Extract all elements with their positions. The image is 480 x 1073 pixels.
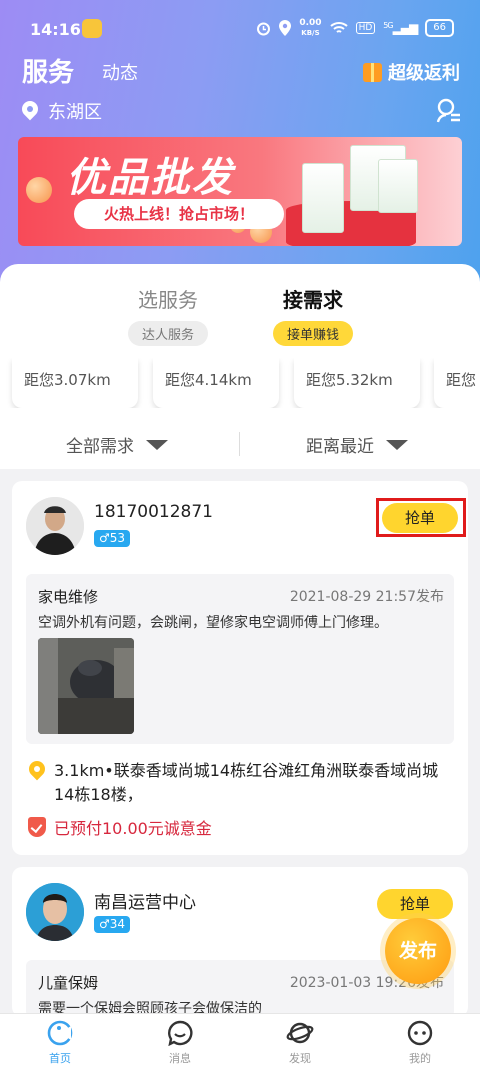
gender-age-badge: ♂34	[94, 916, 131, 933]
location-pin-icon	[22, 101, 38, 121]
filter-all-label: 全部需求	[66, 437, 134, 457]
tab-feed[interactable]: 动态	[102, 59, 138, 85]
avatar-person-image	[26, 497, 84, 555]
filter-sort[interactable]: 距离最近	[306, 432, 408, 457]
net-speed: 0.00 KB/S	[299, 18, 321, 38]
app-notification-icon	[82, 19, 102, 38]
nearby-card[interactable]: 距您3.07km	[12, 358, 138, 408]
user-name: 南昌运营中心	[94, 893, 196, 913]
tab-profile[interactable]: 我的	[390, 1020, 450, 1066]
deposit-text: 已预付10.00元诚意金	[54, 819, 212, 838]
shield-icon	[28, 817, 46, 837]
status-icons: 0.00 KB/S HD 5G▂▄▆ 66	[256, 18, 454, 38]
net-speed-unit: KB/S	[301, 29, 320, 37]
gift-icon	[363, 62, 382, 82]
battery-icon: 66	[425, 19, 454, 37]
product-box	[378, 159, 418, 213]
address-text: 3.1km•联泰香域尚城14栋红谷滩红角洲联泰香域尚城14栋18楼，	[54, 761, 439, 804]
demand-photo[interactable]	[38, 638, 134, 734]
address-line: 3.1km•联泰香域尚城14栋红谷滩红角洲联泰香域尚城14栋18楼，	[28, 759, 458, 807]
nearby-card[interactable]: 距您	[434, 358, 480, 408]
tab-discover-label: 发现	[289, 1052, 311, 1065]
tab-accept-demand[interactable]: 接需求 接单赚钱	[268, 284, 358, 346]
deposit-line: 已预付10.00元诚意金	[28, 815, 212, 839]
publish-button[interactable]: 发布	[385, 918, 451, 984]
banner-title: 优品批发	[66, 155, 234, 201]
nearby-strip: 距您3.07km 距您4.14km 距您5.32km 距您	[0, 358, 480, 408]
net-speed-value: 0.00	[299, 18, 322, 28]
profile-icon	[407, 1020, 433, 1046]
demand-card[interactable]: 18170012871 ♂53 抢单 家电维修 2021-08-29 21:57…	[12, 481, 468, 855]
nearby-card[interactable]: 距您4.14km	[153, 358, 279, 408]
status-bar: 14:16 0.00 KB/S HD 5G▂▄▆ 66	[0, 0, 480, 58]
bottom-tab-bar: 首页 消息 发现 我的	[0, 1013, 480, 1073]
tab-choose-service-label: 选服务	[138, 288, 198, 312]
avatar[interactable]	[26, 497, 84, 555]
nearby-card[interactable]: 距您5.32km	[294, 358, 420, 408]
filter-bar: 全部需求 距离最近	[0, 428, 480, 464]
filter-all-demands[interactable]: 全部需求	[66, 432, 168, 457]
tab-home-label: 首页	[49, 1052, 71, 1065]
location-status-icon	[279, 20, 292, 36]
avatar-person-image	[26, 883, 84, 941]
tab-profile-label: 我的	[409, 1052, 431, 1065]
tab-accept-demand-label: 接需求	[283, 288, 343, 312]
dropdown-arrow-icon	[146, 439, 168, 450]
post-date: 2021-08-29 21:57发布	[289, 589, 444, 605]
tab-accept-demand-pill: 接单赚钱	[272, 321, 353, 346]
super-rebate-label: 超级返利	[388, 63, 460, 84]
location-selector[interactable]: 东湖区	[22, 98, 102, 124]
demand-description: 空调外机有问题，会跳闸，望修家电空调师傅上门修理。	[38, 615, 388, 631]
product-box	[302, 163, 344, 233]
alarm-icon	[257, 22, 271, 35]
super-rebate-link[interactable]: 超级返利	[363, 59, 460, 85]
demand-detail[interactable]: 家电维修 2021-08-29 21:57发布 空调外机有问题，会跳闸，望修家电…	[26, 574, 454, 744]
banner-subtitle: 火热上线！抢占市场！	[74, 199, 284, 229]
filter-sort-label: 距离最近	[306, 437, 374, 457]
tab-messages-label: 消息	[169, 1052, 191, 1065]
status-time: 14:16	[30, 20, 81, 39]
tab-choose-service[interactable]: 选服务 达人服务	[126, 284, 210, 346]
tab-messages[interactable]: 消息	[150, 1020, 210, 1066]
tab-services[interactable]: 服务	[22, 52, 74, 89]
demand-photo-image	[38, 638, 134, 734]
tab-home[interactable]: 首页	[30, 1020, 90, 1066]
dropdown-arrow-icon	[386, 439, 408, 450]
wifi-icon	[329, 22, 348, 33]
tab-discover[interactable]: 发现	[270, 1020, 330, 1066]
grab-order-button[interactable]: 抢单	[377, 889, 453, 919]
location-label: 东湖区	[48, 102, 102, 123]
grab-order-button[interactable]: 抢单	[382, 503, 458, 533]
home-icon	[47, 1020, 73, 1046]
service-category: 家电维修	[38, 588, 99, 606]
location-pin-icon	[28, 761, 46, 783]
avatar[interactable]	[26, 883, 84, 941]
battery-level: 66	[433, 22, 446, 33]
service-category: 儿童保姆	[38, 974, 99, 992]
tab-choose-service-pill: 达人服务	[127, 321, 208, 346]
gender-age-badge: ♂53	[94, 530, 131, 547]
promo-banner[interactable]: 优品批发 火热上线！抢占市场！	[18, 137, 462, 246]
signal-label: 5G	[383, 21, 393, 30]
planet-icon	[286, 1022, 314, 1044]
message-icon	[168, 1020, 193, 1046]
hd-badge: HD	[355, 22, 376, 34]
filter-divider	[239, 432, 240, 456]
decor-ball	[26, 177, 52, 203]
cell-signal-icon: 5G▂▄▆	[383, 21, 418, 35]
user-name: 18170012871	[94, 502, 213, 522]
search-user-icon[interactable]	[436, 98, 462, 124]
